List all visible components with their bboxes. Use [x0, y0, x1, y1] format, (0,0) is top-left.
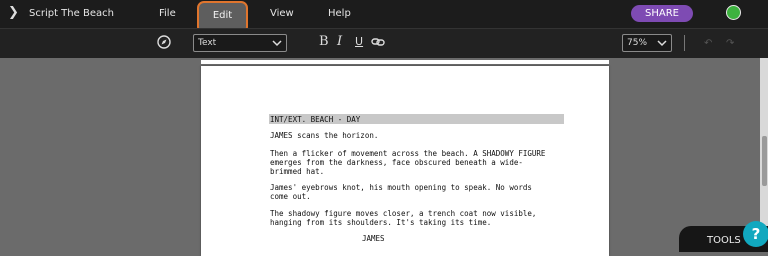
menu-help[interactable]: Help	[328, 8, 351, 20]
tools-label: TOOLS	[707, 235, 741, 246]
element-type-select[interactable]: Text	[193, 34, 287, 52]
menu-edit-label: Edit	[212, 10, 233, 21]
menu-file[interactable]: File	[159, 8, 176, 20]
toolbar-divider	[684, 35, 685, 51]
character-name[interactable]: JAMES	[362, 234, 662, 243]
previous-page-edge	[201, 60, 609, 64]
chevron-right-icon[interactable]: ❯	[8, 6, 19, 20]
undo-icon[interactable]: ↶	[704, 38, 712, 49]
action-line-1[interactable]: JAMES scans the horizon.	[270, 131, 570, 140]
redo-icon[interactable]: ↷	[726, 38, 734, 49]
compass-icon[interactable]	[157, 35, 171, 49]
app-title: Script The Beach	[29, 8, 114, 19]
zoom-value: 75%	[627, 38, 648, 48]
zoom-select[interactable]: 75%	[622, 34, 672, 52]
chevron-down-icon	[657, 40, 667, 47]
element-type-value: Text	[198, 38, 217, 48]
italic-button[interactable]: I	[337, 34, 342, 50]
action-line-2[interactable]: Then a flicker of movement across the be…	[270, 149, 570, 176]
scrollbar-thumb[interactable]	[762, 136, 767, 186]
menu-view[interactable]: View	[270, 8, 294, 20]
link-icon[interactable]	[371, 36, 385, 48]
chevron-down-icon	[272, 40, 282, 47]
underline-button[interactable]: U	[355, 34, 363, 50]
help-button[interactable]: ?	[743, 221, 768, 247]
scene-heading[interactable]: INT/EXT. BEACH - DAY	[270, 115, 570, 124]
bold-button[interactable]: B	[319, 34, 329, 50]
share-button[interactable]: SHARE	[631, 5, 693, 22]
action-line-4[interactable]: The shadowy figure moves closer, a trenc…	[270, 209, 570, 227]
action-line-3[interactable]: James' eyebrows knot, his mouth opening …	[270, 183, 570, 201]
status-indicator	[726, 5, 741, 20]
